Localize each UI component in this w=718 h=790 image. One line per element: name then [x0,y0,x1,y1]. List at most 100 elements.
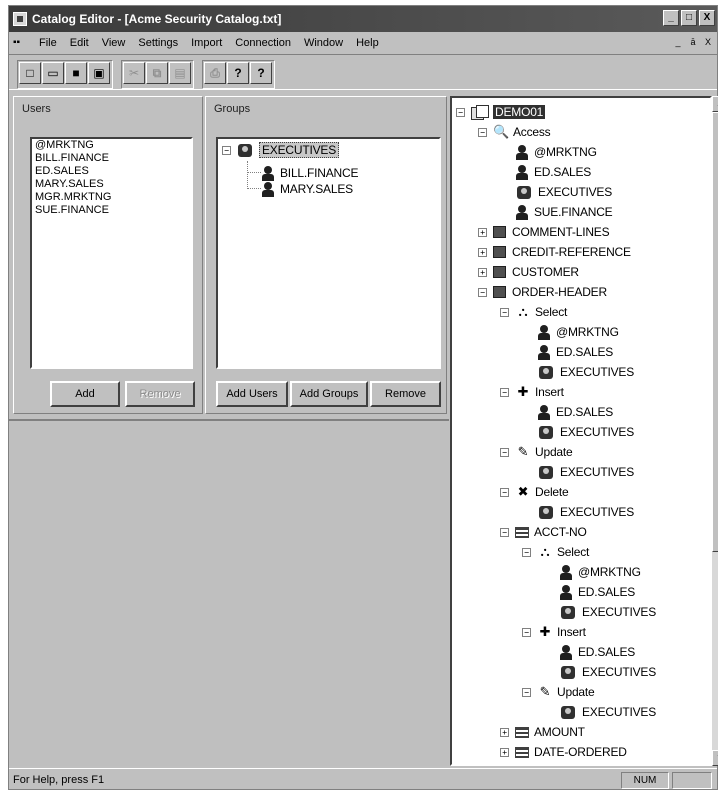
tree-node[interactable]: @MRKTNG [516,142,597,162]
tree-node[interactable]: EXECUTIVES [538,362,634,382]
database-icon [471,105,489,120]
tree-node[interactable]: + COMMENT-LINES [478,222,610,242]
user-list-item[interactable]: BILL.FINANCE [32,152,191,165]
group-member[interactable]: MARY.SALES [262,179,353,199]
collapse-icon[interactable]: − [500,527,509,537]
tree-node[interactable]: − ORDER-HEADER [478,282,607,302]
menu-settings[interactable]: Settings [137,36,179,50]
context-help-icon[interactable]: ? [250,62,272,84]
menu-file[interactable]: File [38,36,58,50]
tree-node-label: EXECUTIVES [582,605,657,619]
tree-node[interactable]: EXECUTIVES [538,422,634,442]
new-icon[interactable]: □ [19,62,41,84]
user-list-item[interactable]: @MRKTNG [32,139,191,152]
tree-node[interactable]: EXECUTIVES [560,602,656,622]
user-list-item[interactable]: ED.SALES [32,165,191,178]
menu-view[interactable]: View [101,36,127,50]
tree-node[interactable]: − ✚ Insert [500,382,564,402]
menu-edit[interactable]: Edit [69,36,90,50]
tree-node[interactable]: EXECUTIVES [560,702,656,722]
tree-node[interactable]: ED.SALES [538,402,613,422]
tree-node[interactable]: − ✖ Delete [500,482,569,502]
tree-node[interactable]: − ✎ Update [522,682,595,702]
tree-node[interactable]: EXECUTIVES [560,662,656,682]
title-bar[interactable]: Catalog Editor - [Acme Security Catalog.… [9,6,717,32]
add-users-button[interactable]: Add Users [216,381,288,407]
expand-icon[interactable]: + [478,247,487,257]
scroll-down-icon[interactable]: ▼ [712,750,718,766]
users-listbox[interactable]: @MRKTNG BILL.FINANCE ED.SALES MARY.SALES MGR… [30,137,193,369]
tree-node[interactable]: ED.SALES [560,642,635,662]
tree-node[interactable]: + DATE-ORDERED [500,742,627,762]
collapse-icon[interactable]: − [522,687,531,697]
document-menu-icon[interactable]: ▪▪ [13,37,27,49]
collapse-icon[interactable]: − [500,487,509,497]
mdi-minimize-button[interactable]: _ [671,36,685,49]
collapse-icon[interactable]: − [500,307,509,317]
tree-node[interactable]: EXECUTIVES [538,502,634,522]
add-groups-button[interactable]: Add Groups [290,381,368,407]
app-icon[interactable] [13,12,27,26]
tree-node[interactable]: + AMOUNT [500,722,585,742]
tree-node[interactable]: − ⛬ Select [500,302,567,322]
user-list-item[interactable]: SUE.FINANCE [32,204,191,217]
remove-user-button[interactable]: Remove [125,381,195,407]
tree-node[interactable]: − DEMO01 [456,102,546,122]
tree-node[interactable]: EXECUTIVES [538,462,634,482]
user-list-item[interactable]: MGR.MRKTNG [32,191,191,204]
tree-scrollbar[interactable]: ▲ ▼ [712,96,718,766]
tree-node[interactable]: − 🔍 Access [478,122,551,142]
menu-import[interactable]: Import [190,36,223,50]
tree-node[interactable]: ED.SALES [538,342,613,362]
tree-node[interactable]: @MRKTNG [560,562,641,582]
expand-icon[interactable]: + [500,747,509,757]
cut-icon[interactable]: ✂ [123,62,145,84]
tree-node[interactable]: − ⛬ Select [522,542,589,562]
group-node[interactable]: − EXECUTIVES [222,140,340,160]
save-icon[interactable]: ■ [65,62,87,84]
scroll-up-icon[interactable]: ▲ [712,96,718,112]
collapse-icon[interactable]: − [222,145,231,155]
close-button[interactable]: X [699,10,715,26]
open-icon[interactable]: ▭ [42,62,64,84]
menu-window[interactable]: Window [303,36,344,50]
tree-node-label: Delete [535,485,569,499]
menu-help[interactable]: Help [355,36,380,50]
tree-node[interactable]: − ✎ Update [500,442,573,462]
collapse-icon[interactable]: − [456,107,465,117]
collapse-icon[interactable]: − [522,627,531,637]
mdi-restore-button[interactable]: ā [686,36,700,49]
expand-icon[interactable]: + [500,727,509,737]
tree-node[interactable]: − ACCT-NO [500,522,587,542]
tree-node[interactable]: SUE.FINANCE [516,202,613,222]
collapse-icon[interactable]: − [478,287,487,297]
security-tree[interactable]: − DEMO01− 🔍 Access @MRKTNG ED.SALES EXECUTIVES… [450,96,712,766]
scroll-thumb[interactable] [712,112,718,552]
user-list-item[interactable]: MARY.SALES [32,178,191,191]
tree-node[interactable]: − ✚ Insert [522,622,586,642]
mdi-close-button[interactable]: X [701,36,715,49]
minimize-button[interactable]: _ [663,10,679,26]
tree-node[interactable]: ED.SALES [516,162,591,182]
copy-icon[interactable]: ⧉ [146,62,168,84]
tree-node[interactable]: + CUSTOMER [478,262,579,282]
collapse-icon[interactable]: − [478,127,487,137]
groups-tree[interactable]: − EXECUTIVES BILL.FINANCE MARY.SALES [216,137,441,369]
menu-connection[interactable]: Connection [234,36,292,50]
collapse-icon[interactable]: − [522,547,531,557]
collapse-icon[interactable]: − [500,447,509,457]
collapse-icon[interactable]: − [500,387,509,397]
expand-icon[interactable]: + [478,267,487,277]
remove-group-button[interactable]: Remove [370,381,441,407]
help-icon[interactable]: ? [227,62,249,84]
tree-node[interactable]: @MRKTNG [538,322,619,342]
save-all-icon[interactable]: ▣ [88,62,110,84]
tree-node[interactable]: + CREDIT-REFERENCE [478,242,631,262]
print-icon[interactable]: ⎙ [204,62,226,84]
expand-icon[interactable]: + [478,227,487,237]
paste-icon[interactable]: ▤ [169,62,191,84]
tree-node[interactable]: ED.SALES [560,582,635,602]
tree-node[interactable]: EXECUTIVES [516,182,612,202]
maximize-button[interactable]: □ [681,10,697,26]
add-user-button[interactable]: Add [50,381,120,407]
